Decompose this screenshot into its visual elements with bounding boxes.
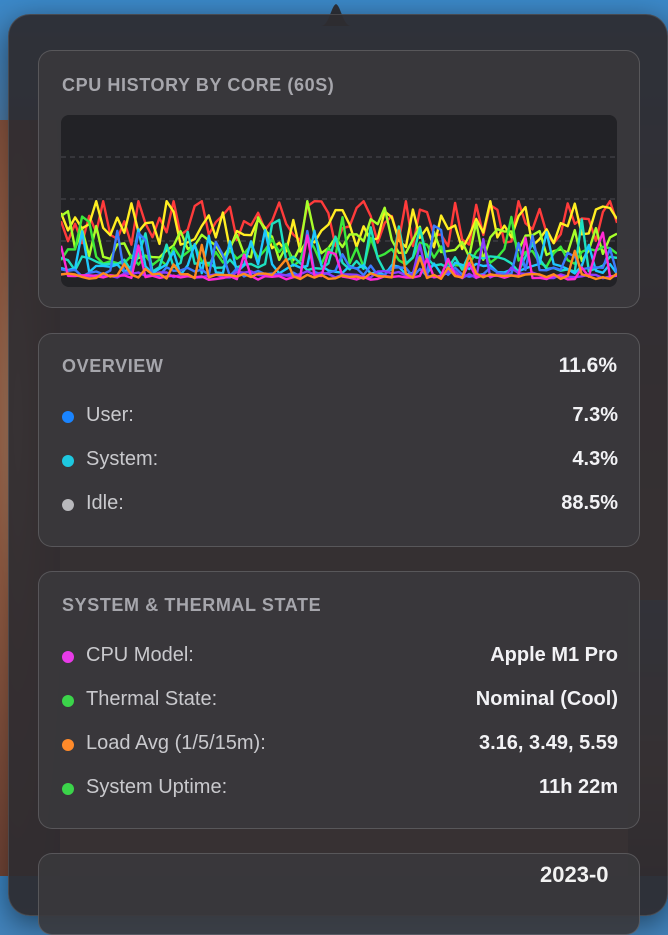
- cpu-history-card: CPU HISTORY BY CORE (60S): [38, 50, 640, 308]
- system-dot-icon: [62, 455, 74, 467]
- uptime-label: System Uptime:: [86, 776, 228, 798]
- cpu-popover: CPU HISTORY BY CORE (60S) OVERVIEW 11.6%…: [8, 14, 668, 935]
- thermal-state-value: Nominal (Cool): [475, 688, 618, 710]
- idle-value: 88.5%: [561, 492, 618, 514]
- system-row-cpu-model: CPU Model: Apple M1 Pro: [62, 644, 618, 670]
- thermal-state-label: Thermal State:: [86, 688, 218, 710]
- idle-label: Idle:: [86, 492, 124, 514]
- cpu-history-title: CPU HISTORY BY CORE (60S): [62, 75, 335, 95]
- overview-total: 11.6%: [558, 354, 617, 377]
- uptime-value: 11h 22m: [539, 776, 618, 798]
- overview-card: OVERVIEW 11.6% User: 7.3% System: 4.3% I…: [38, 333, 640, 547]
- partial-date-text: 2023-0: [540, 862, 609, 887]
- thermal-state-dot-icon: [62, 695, 74, 707]
- user-dot-icon: [62, 411, 74, 423]
- cpu-history-chart: [61, 115, 617, 287]
- cpu-model-dot-icon: [62, 651, 74, 663]
- system-label: System:: [86, 448, 159, 470]
- system-thermal-title: SYSTEM & THERMAL STATE: [62, 595, 322, 615]
- cpu-model-label: CPU Model:: [86, 644, 194, 666]
- load-avg-value: 3.16, 3.49, 5.59: [478, 732, 618, 754]
- user-label: User:: [86, 404, 134, 426]
- idle-dot-icon: [62, 499, 74, 511]
- overview-title: OVERVIEW: [62, 356, 164, 376]
- system-value: 4.3%: [572, 448, 618, 470]
- uptime-dot-icon: [62, 783, 74, 795]
- system-row-uptime: System Uptime: 11h 22m: [62, 776, 618, 802]
- load-avg-label: Load Avg (1/5/15m):: [86, 732, 266, 754]
- overview-row-user: User: 7.3%: [62, 404, 618, 430]
- system-row-load-avg: Load Avg (1/5/15m): 3.16, 3.49, 5.59: [62, 732, 618, 758]
- system-row-thermal-state: Thermal State: Nominal (Cool): [62, 688, 618, 714]
- system-thermal-card: SYSTEM & THERMAL STATE CPU Model: Apple …: [38, 571, 640, 829]
- overview-row-idle: Idle: 88.5%: [62, 492, 618, 518]
- overview-row-system: System: 4.3%: [62, 448, 618, 474]
- load-avg-dot-icon: [62, 739, 74, 751]
- cpu-model-value: Apple M1 Pro: [490, 644, 618, 666]
- cpu-history-graph: [61, 156, 617, 282]
- user-value: 7.3%: [572, 404, 618, 426]
